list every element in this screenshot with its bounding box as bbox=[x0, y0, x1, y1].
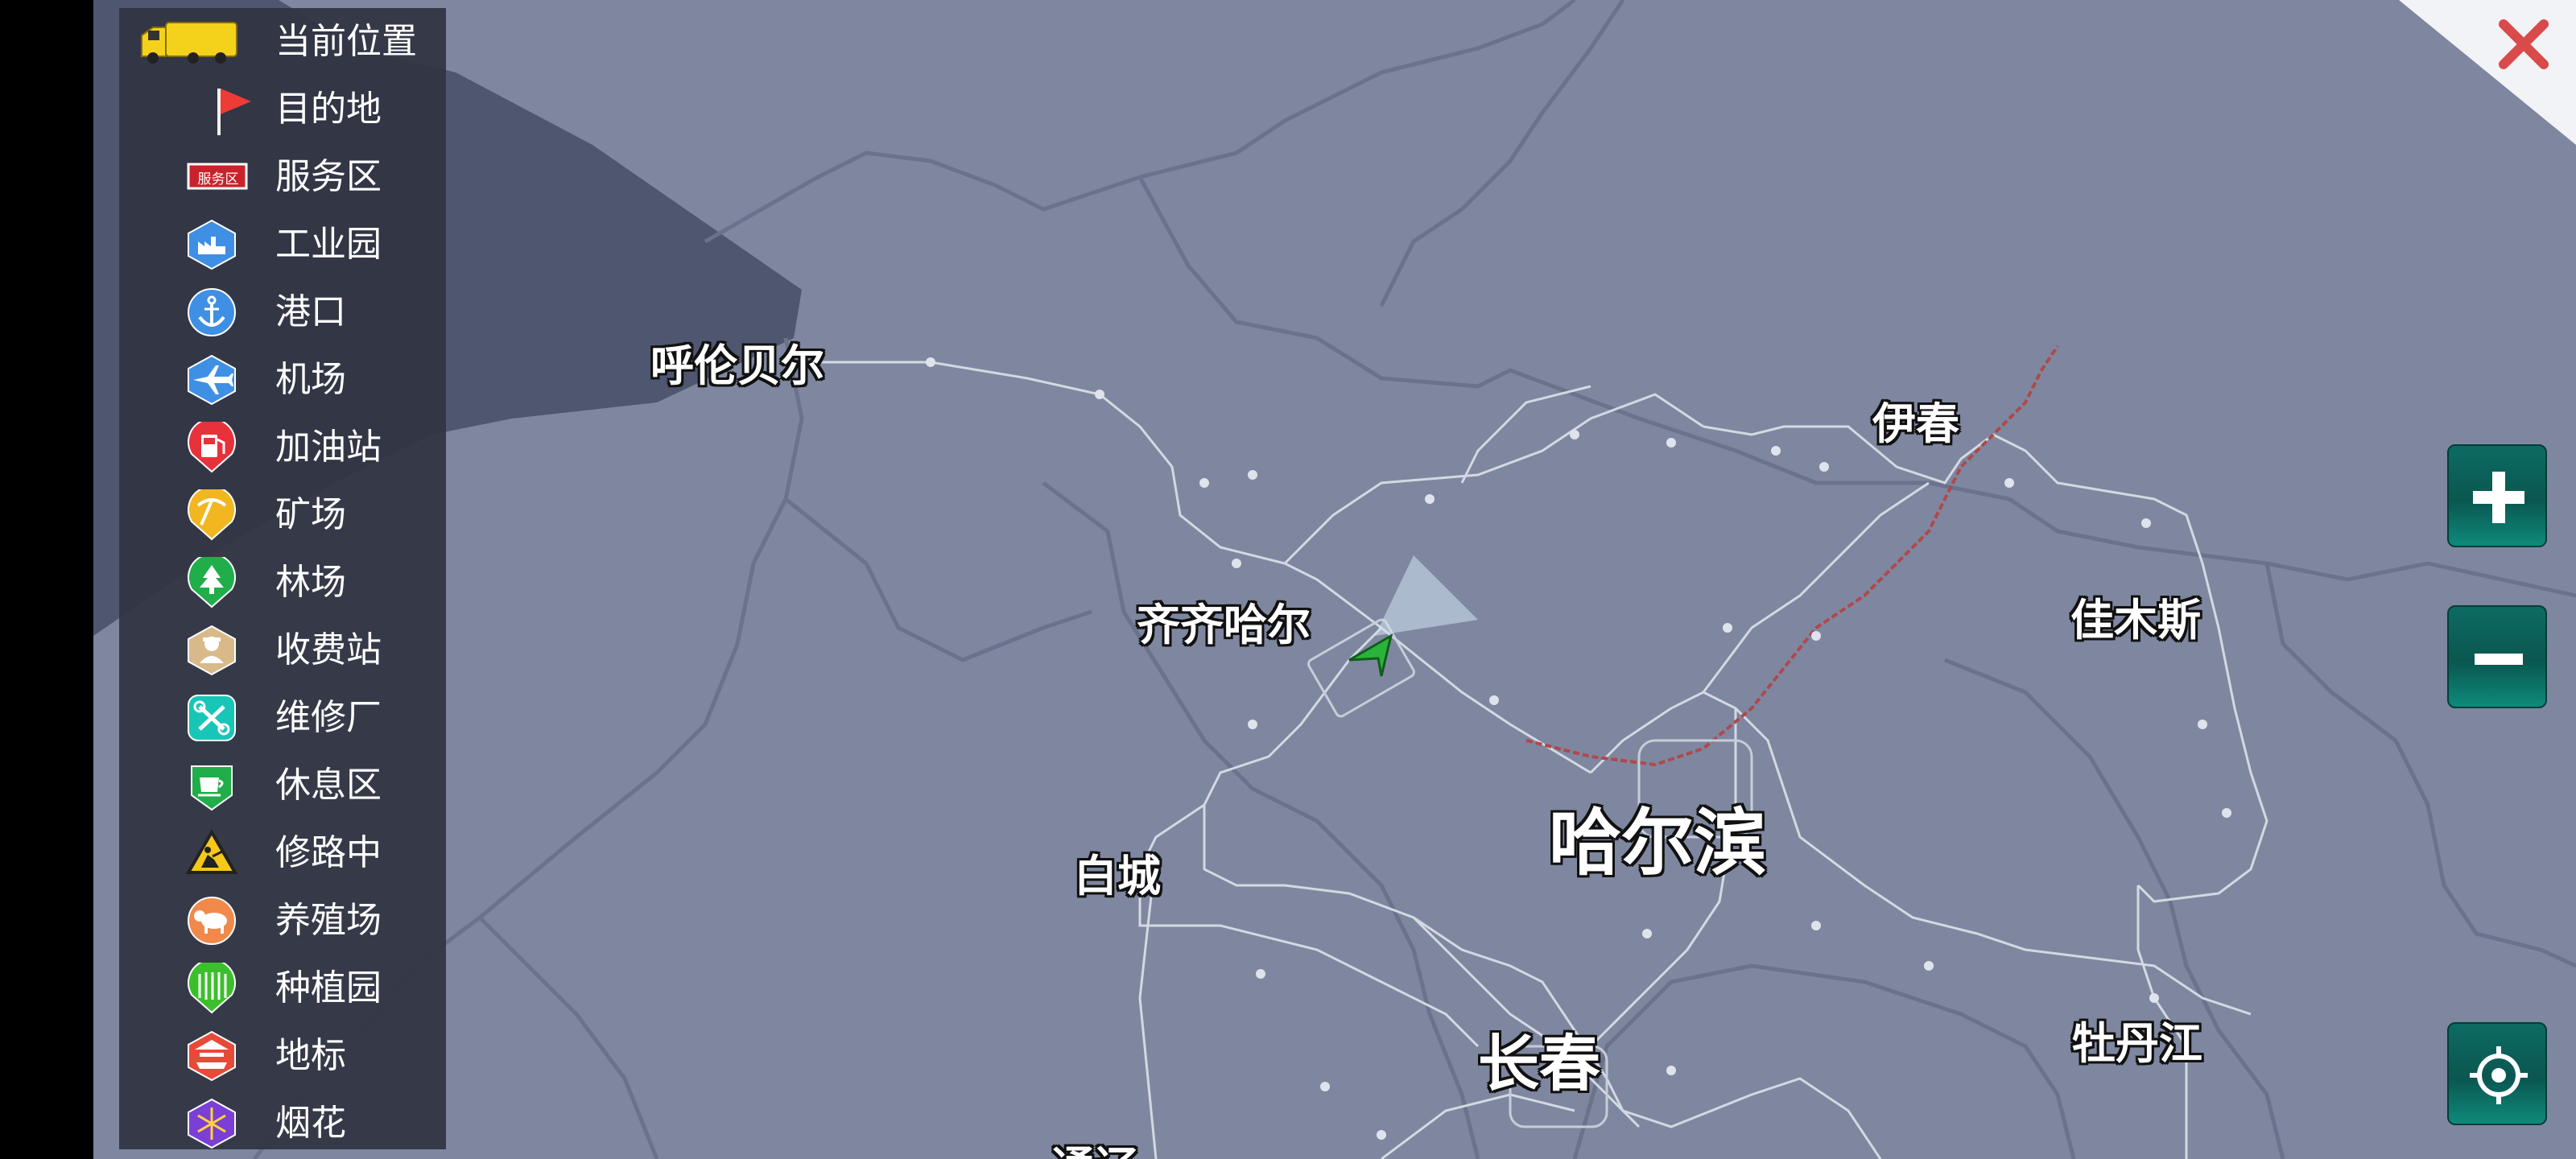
map-canvas bbox=[93, 0, 2576, 1159]
crosshair-icon bbox=[2470, 1046, 2528, 1104]
legend-label: 维修厂 bbox=[275, 697, 382, 738]
city-label-baicheng: 白城 bbox=[1074, 850, 1161, 901]
legend-item-fireworks[interactable]: 烟花 bbox=[119, 1090, 446, 1157]
city-label-changchun: 长春 bbox=[1478, 1028, 1600, 1099]
crop-icon bbox=[188, 963, 236, 1014]
legend-item-plantation[interactable]: 种植园 bbox=[119, 955, 446, 1022]
legend-label: 服务区 bbox=[275, 156, 382, 197]
zoom-out-button[interactable] bbox=[2447, 605, 2547, 708]
legend-item-repair-shop[interactable]: 维修厂 bbox=[119, 684, 446, 752]
legend-item-road-work[interactable]: 修路中 bbox=[119, 819, 446, 887]
legend-item-toll-station[interactable]: 收费站 bbox=[119, 617, 446, 684]
city-label-jiamusi: 佳木斯 bbox=[2070, 594, 2201, 645]
legend-label: 当前位置 bbox=[275, 21, 417, 62]
fireworks-icon bbox=[188, 1098, 236, 1149]
airplane-icon bbox=[188, 354, 236, 406]
city-label-mudanjiang: 牡丹江 bbox=[2072, 1017, 2202, 1069]
legend-item-landmark[interactable]: 地标 bbox=[119, 1022, 446, 1090]
landmark-icon bbox=[188, 1030, 236, 1082]
legend-item-breeding-farm[interactable]: 养殖场 bbox=[119, 887, 446, 955]
legend-item-current-location[interactable]: 当前位置 bbox=[119, 8, 446, 76]
legend-label: 收费站 bbox=[275, 629, 382, 670]
legend-item-mine[interactable]: 矿场 bbox=[119, 481, 446, 549]
close-button[interactable] bbox=[2399, 0, 2576, 145]
legend-item-destination[interactable]: 目的地 bbox=[119, 76, 446, 143]
legend-label: 种植园 bbox=[275, 967, 382, 1008]
fuel-pump-icon bbox=[188, 422, 236, 473]
city-label-hulunbuir: 呼伦贝尔 bbox=[650, 340, 824, 391]
service-area-sign-text: 服务区 bbox=[197, 171, 239, 188]
flag-icon bbox=[217, 89, 251, 135]
legend-label: 地标 bbox=[275, 1035, 346, 1076]
legend-item-airport[interactable]: 机场 bbox=[119, 346, 446, 414]
factory-icon bbox=[188, 219, 236, 270]
legend-label: 休息区 bbox=[275, 765, 382, 806]
minus-icon bbox=[2475, 654, 2523, 665]
legend-label: 目的地 bbox=[275, 89, 382, 130]
city-label-yichun: 伊春 bbox=[1872, 398, 1959, 449]
zoom-in-button[interactable] bbox=[2447, 444, 2547, 547]
legend-item-port[interactable]: 港口 bbox=[119, 278, 446, 346]
toll-booth-icon bbox=[188, 625, 236, 676]
plus-icon bbox=[2473, 472, 2524, 523]
legend-panel: 当前位置 目的地 服务区 服务区 工业园 港口 机场 加油站 矿场 林场 收费站… bbox=[119, 8, 446, 1149]
legend-label: 林场 bbox=[275, 562, 346, 603]
legend-label: 加油站 bbox=[275, 427, 382, 468]
legend-label: 机场 bbox=[275, 359, 346, 400]
road-work-icon bbox=[185, 829, 238, 874]
legend-item-industrial-park[interactable]: 工业园 bbox=[119, 211, 446, 278]
wrench-icon bbox=[188, 695, 236, 741]
legend-label: 修路中 bbox=[275, 832, 382, 873]
city-label-qiqihar: 齐齐哈尔 bbox=[1137, 599, 1311, 650]
legend-label: 工业园 bbox=[275, 224, 382, 265]
legend-item-gas-station[interactable]: 加油站 bbox=[119, 414, 446, 481]
coffee-cup-icon bbox=[191, 765, 233, 811]
cow-icon bbox=[188, 897, 236, 945]
legend-label: 烟花 bbox=[275, 1103, 346, 1144]
anchor-icon bbox=[188, 288, 236, 336]
route-line bbox=[1525, 344, 2059, 767]
legend-item-service-area[interactable]: 服务区 服务区 bbox=[119, 143, 446, 211]
vision-cone bbox=[1375, 555, 1478, 636]
legend-label: 矿场 bbox=[275, 494, 346, 535]
pickaxe-icon bbox=[188, 489, 236, 541]
truck-icon bbox=[141, 22, 237, 64]
locate-button[interactable] bbox=[2447, 1022, 2547, 1125]
city-label-partial: 通辽 bbox=[1051, 1132, 1138, 1159]
legend-label: 养殖场 bbox=[275, 900, 382, 941]
legend-label: 港口 bbox=[275, 291, 346, 332]
legend-item-forest-farm[interactable]: 林场 bbox=[119, 549, 446, 617]
map-view[interactable]: 呼伦贝尔 齐齐哈尔 伊春 佳木斯 哈尔滨 白城 长春 牡丹江 通辽 bbox=[93, 0, 2576, 1159]
player-arrow-icon bbox=[1348, 633, 1393, 677]
close-icon bbox=[2399, 0, 2576, 145]
city-label-harbin: 哈尔滨 bbox=[1549, 800, 1766, 885]
legend-item-rest-area[interactable]: 休息区 bbox=[119, 752, 446, 819]
tree-icon bbox=[188, 557, 236, 608]
